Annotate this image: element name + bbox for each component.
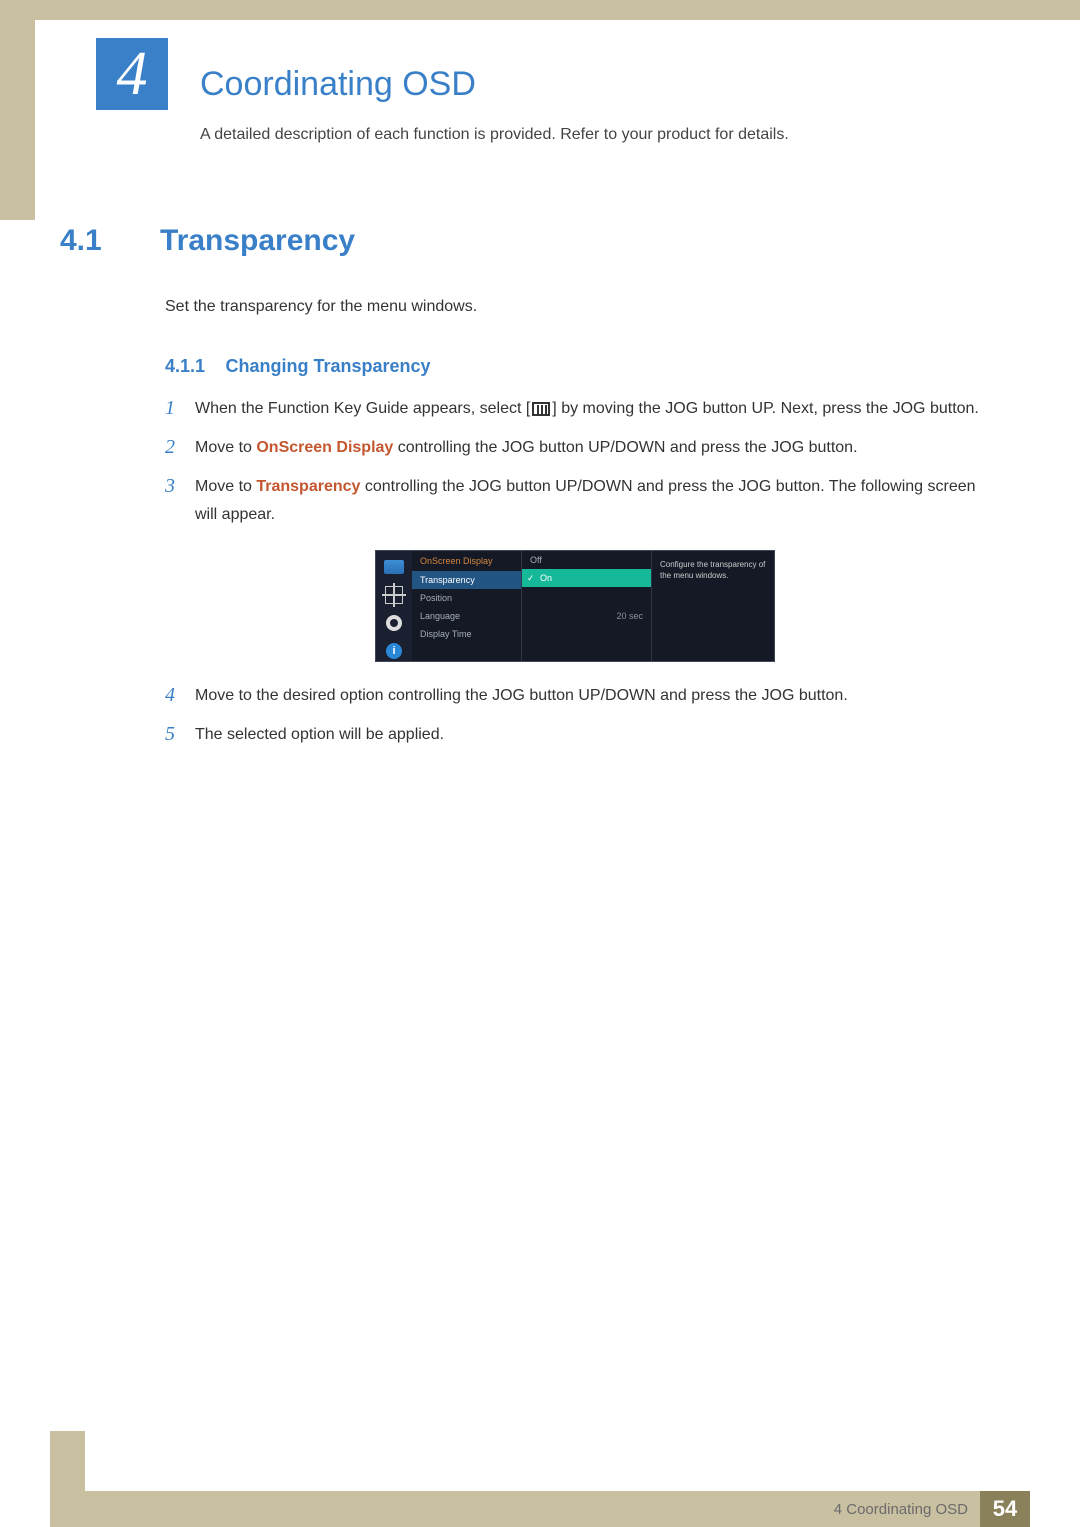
footer-bar: 4 Coordinating OSD 54 — [50, 1491, 1030, 1527]
gear-icon — [382, 613, 406, 633]
step-4: 4 Move to the desired option controlling… — [165, 682, 985, 711]
footer-accent-bar — [50, 1431, 85, 1491]
step2-text-b: controlling the JOG button UP/DOWN and p… — [393, 439, 857, 456]
step-text: When the Function Key Guide appears, sel… — [195, 395, 979, 424]
step3-highlight: Transparency — [256, 478, 360, 495]
step-number: 4 — [165, 682, 195, 708]
osd-option-off: Off — [522, 551, 651, 569]
section-title: Transparency — [160, 224, 355, 258]
osd-screenshot: i OnScreen Display Transparency Position… — [165, 550, 985, 662]
subsection-heading: 4.1.1 Changing Transparency — [165, 356, 985, 377]
page-number: 54 — [980, 1491, 1030, 1527]
step-text: Move to the desired option controlling t… — [195, 682, 848, 711]
osd-item-language: Language — [412, 607, 521, 625]
step3-text-a: Move to — [195, 478, 256, 495]
move-icon — [382, 585, 406, 605]
osd-menu: OnScreen Display Transparency Position L… — [412, 551, 522, 661]
section-text: Set the transparency for the menu window… — [165, 298, 985, 316]
step1-text-a: When the Function Key Guide appears, sel… — [195, 400, 530, 417]
page-content: 4.1 Transparency Set the transparency fo… — [0, 164, 1080, 750]
step-3: 3 Move to Transparency controlling the J… — [165, 473, 985, 531]
header-accent-bar — [0, 20, 35, 220]
chapter-header: 4 Coordinating OSD A detailed descriptio… — [0, 20, 1080, 164]
step-1: 1 When the Function Key Guide appears, s… — [165, 395, 985, 424]
steps-list-continued: 4 Move to the desired option controlling… — [165, 682, 985, 750]
step-number: 2 — [165, 434, 195, 460]
menu-icon — [532, 402, 550, 416]
chapter-intro: A detailed description of each function … — [200, 126, 1080, 144]
chapter-number-box: 4 — [96, 38, 168, 110]
steps-list: 1 When the Function Key Guide appears, s… — [165, 395, 985, 530]
osd-item-display-time: Display Time — [412, 625, 521, 643]
step-number: 1 — [165, 395, 195, 421]
screen-icon — [382, 557, 406, 577]
osd-option-on: On — [522, 569, 651, 587]
osd-description: Configure the transparency of the menu w… — [652, 551, 774, 661]
step-number: 5 — [165, 721, 195, 747]
osd-menu-title: OnScreen Display — [412, 551, 521, 571]
step-2: 2 Move to OnScreen Display controlling t… — [165, 434, 985, 463]
info-icon: i — [382, 641, 406, 661]
osd-options: Off On 20 sec — [522, 551, 652, 661]
osd-sidebar: i — [376, 551, 412, 661]
section-heading: 4.1 Transparency — [60, 224, 985, 258]
step-5: 5 The selected option will be applied. — [165, 721, 985, 750]
osd-item-transparency: Transparency — [412, 571, 521, 589]
subsection-title: Changing Transparency — [226, 356, 431, 376]
chapter-title: Coordinating OSD — [200, 60, 1080, 104]
page-footer: 4 Coordinating OSD 54 — [0, 1491, 1080, 1527]
step-text: Move to OnScreen Display controlling the… — [195, 434, 858, 463]
section-number: 4.1 — [60, 224, 160, 258]
step-text: Move to Transparency controlling the JOG… — [195, 473, 985, 531]
step-text: The selected option will be applied. — [195, 721, 444, 750]
step1-text-b: ] by moving the JOG button UP. Next, pre… — [552, 400, 979, 417]
osd-item-position: Position — [412, 589, 521, 607]
subsection-number: 4.1.1 — [165, 356, 205, 376]
chapter-number: 4 — [117, 39, 148, 110]
step-number: 3 — [165, 473, 195, 499]
step2-text-a: Move to — [195, 439, 256, 456]
osd-panel: i OnScreen Display Transparency Position… — [375, 550, 775, 662]
step2-highlight: OnScreen Display — [256, 439, 393, 456]
top-color-bar — [0, 0, 1080, 20]
osd-value: 20 sec — [522, 607, 651, 625]
footer-label: 4 Coordinating OSD — [834, 1501, 968, 1518]
